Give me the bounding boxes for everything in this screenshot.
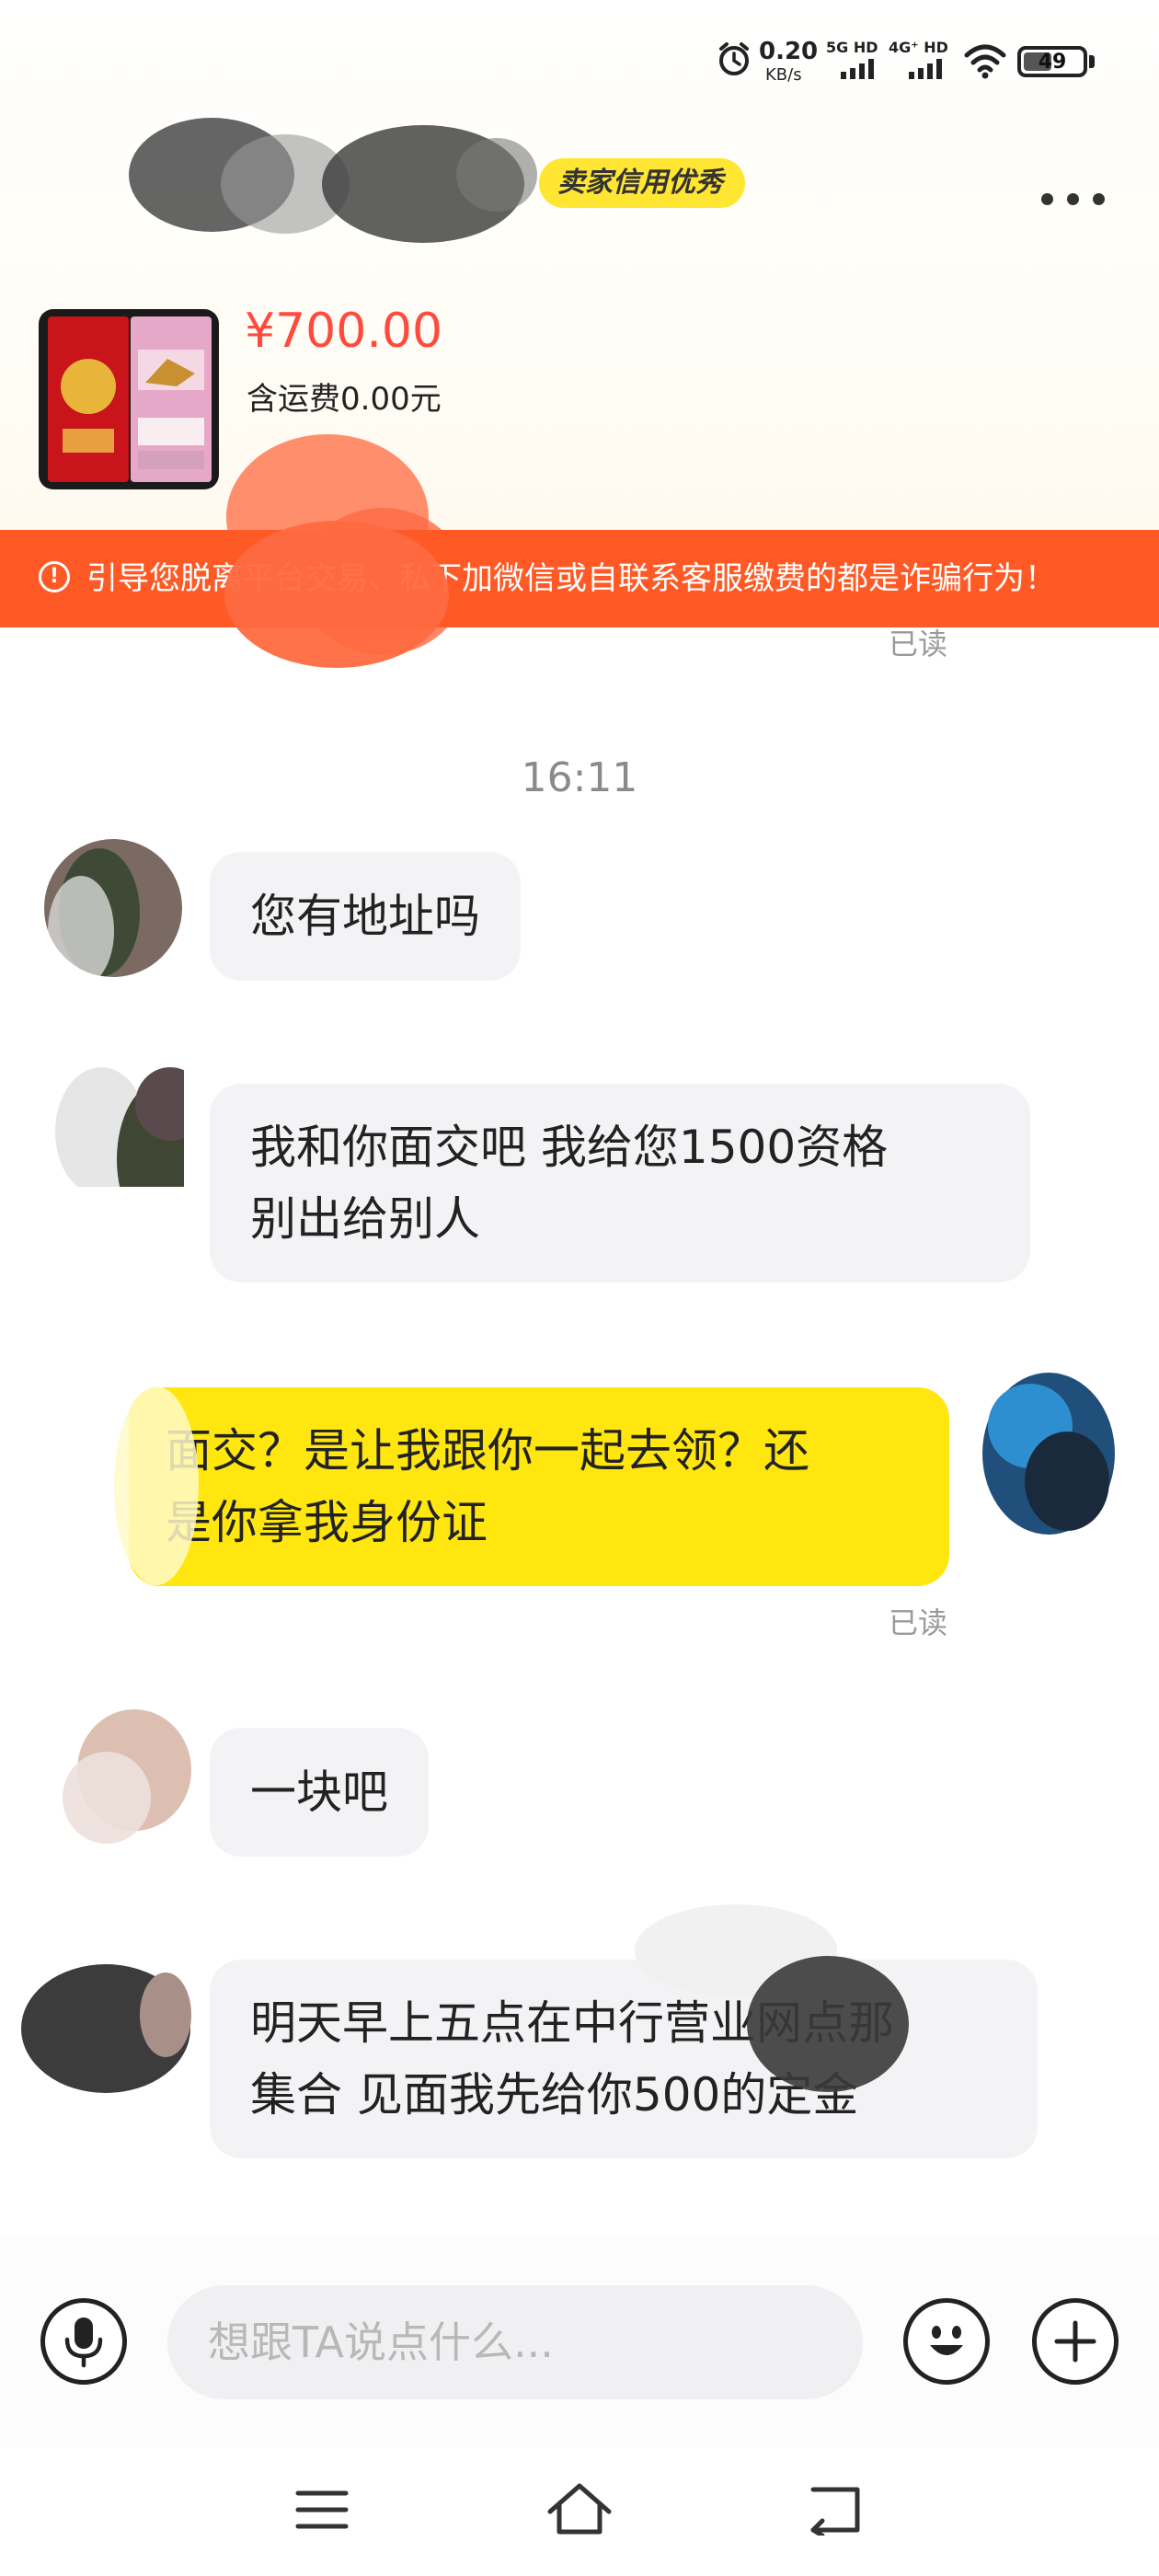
wifi-icon (964, 44, 1006, 79)
redaction-scribble (114, 1386, 199, 1585)
redaction-scribble (224, 521, 449, 668)
shipping-fee: 含运费0.00元 (247, 381, 442, 418)
message-text-line: 我和你面交吧 我给您1500资格 (250, 1121, 889, 1174)
home-icon[interactable] (545, 2480, 614, 2537)
product-price: ¥700.00 (245, 304, 443, 359)
alarm-icon (719, 42, 749, 75)
product-thumbnail-illustration (48, 316, 212, 482)
battery-nub (1089, 55, 1095, 68)
net-speed-unit: KB/s (765, 65, 802, 85)
product-image[interactable] (39, 309, 219, 489)
message-text-line: 面交？是让我跟你一起去领？还 (166, 1424, 809, 1478)
battery-indicator: 49 (1017, 46, 1087, 77)
avatar[interactable] (52, 1696, 199, 1853)
microphone-icon (64, 2317, 103, 2368)
redaction-scribble (635, 1904, 909, 2092)
avatar-image (55, 1067, 184, 1187)
signal-2-label: 4G⁺ HD (889, 39, 948, 56)
fraud-warning-banner: ! 引导您脱离平台交易、私下加微信或自联系客服缴费的都是诈骗行为！ (0, 530, 1159, 627)
my-avatar[interactable] (966, 1362, 1122, 1546)
more-dot (1067, 193, 1079, 205)
avatar-image (982, 1373, 1115, 1535)
seller-name-redacted (129, 118, 537, 243)
message-text: 一块吧 (250, 1765, 388, 1819)
my-message-bubble[interactable]: 面交？是让我跟你一起去领？还 是你拿我身份证 (129, 1387, 949, 1586)
signal-1-label: 5G HD (826, 39, 878, 56)
seller-credit-badge: 卖家信用优秀 (539, 158, 745, 208)
back-icon[interactable] (806, 2484, 866, 2536)
voice-input-button[interactable] (40, 2298, 127, 2385)
avatar[interactable] (18, 1950, 193, 2107)
more-dots-icon (1041, 193, 1053, 205)
read-receipt: 已读 (889, 1605, 948, 1640)
read-receipt: 已读 (889, 627, 948, 661)
signal-bars-icon (909, 59, 942, 79)
avatar-image (44, 839, 182, 977)
message-bubble[interactable]: 我和你面交吧 我给您1500资格 别出给别人 (210, 1084, 1030, 1282)
chat-time-separator: 16:11 (521, 754, 638, 801)
more-options-button[interactable] (1038, 180, 1111, 217)
plus-icon (1054, 2320, 1096, 2363)
avatar-image (63, 1709, 191, 1844)
system-navigation-bar (0, 2447, 1159, 2576)
avatar-image (21, 1964, 191, 2093)
menu-icon[interactable] (293, 2486, 351, 2534)
message-bubble[interactable]: 一块吧 (210, 1728, 429, 1857)
message-text: 您有地址吗 (250, 890, 480, 943)
emoji-button[interactable] (903, 2298, 990, 2385)
emoji-icon (930, 2326, 963, 2355)
message-text-line: 别出给别人 (250, 1192, 480, 1246)
more-actions-button[interactable] (1032, 2298, 1119, 2385)
message-text-line: 是你拿我身份证 (166, 1496, 488, 1549)
exclamation-circle-icon: ! (39, 561, 70, 592)
message-bubble[interactable]: 您有地址吗 (210, 852, 521, 981)
message-input[interactable]: 想跟TA说点什么... (167, 2285, 863, 2399)
signal-bars-icon (841, 59, 874, 79)
net-speed: 0.20 (759, 38, 819, 65)
avatar[interactable] (44, 839, 182, 977)
battery-level-text: 49 (1038, 51, 1067, 74)
avatar[interactable] (46, 1049, 184, 1187)
more-dot (1093, 193, 1105, 205)
